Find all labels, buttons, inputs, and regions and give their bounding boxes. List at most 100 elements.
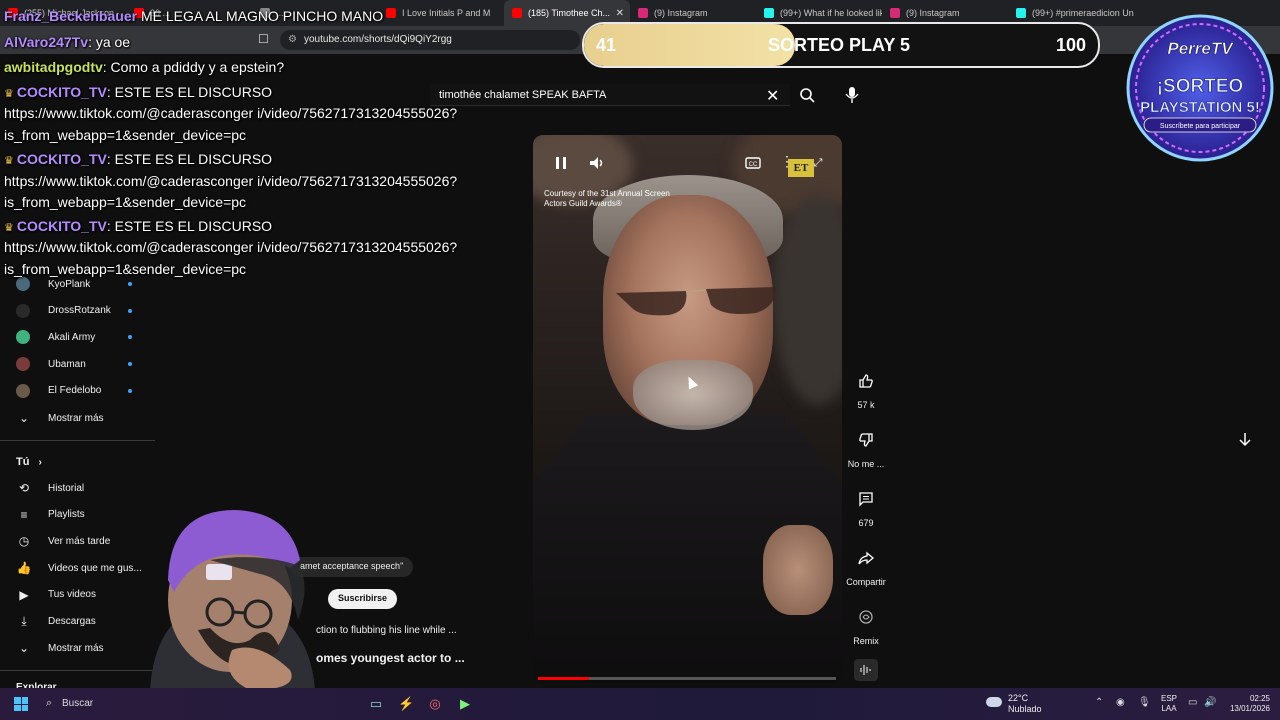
close-tab-icon[interactable]: ✕ [616,8,624,19]
next-video-button[interactable] [1234,428,1256,450]
terminal-app-icon[interactable]: ▭ [368,696,384,712]
dislike-button[interactable]: No me ... [848,427,884,469]
clear-search-icon[interactable]: ✕ [766,86,779,106]
sorteo-title: SORTEO PLAY 5 [768,35,911,55]
remix-icon [859,610,873,624]
tray-app-icon[interactable]: ◉ [1116,697,1125,708]
chat-text: is_from_webapp=1&sender_device=pc [4,127,247,143]
windows-start-icon[interactable] [14,697,28,711]
liked-icon: 👍 [16,561,32,576]
show-more-you[interactable]: ⌄ Mostrar más [16,638,104,658]
remix-button[interactable]: Remix [848,604,884,646]
tab-label: (9) Instagram [906,8,960,18]
sidebar-divider [0,670,155,671]
mic-icon [845,87,859,103]
comment-icon [859,492,873,507]
share-label: Compartir [846,577,886,587]
sidebar-divider [0,440,155,441]
like-count: 57 k [857,400,875,410]
nav-item[interactable]: ⟲ Historial [16,478,84,498]
tab-favicon-icon [638,8,648,18]
show-more-subscriptions[interactable]: ⌄ Mostrar más [16,408,104,428]
browser-tab[interactable]: I Love Initials P and M [378,0,504,26]
watch-later-icon: ◷ [18,534,30,549]
tab-label: (185) Timothee Ch... [528,8,611,18]
subscription-item[interactable]: Ubaman [16,354,132,374]
audio-button[interactable] [848,659,884,681]
svg-text:CC: CC [749,162,758,168]
fullscreen-icon: ⤢ [813,157,823,169]
captions-button[interactable]: CC [743,153,763,173]
search-input[interactable]: timothée chalamet SPEAK BAFTA [430,84,790,106]
pause-icon [556,157,566,169]
voice-search-button[interactable] [840,84,864,106]
sorteo-progress-bar: 41 SORTEO PLAY 5 100 [582,22,1100,68]
webcam-overlay [150,510,315,690]
hand [763,525,833,615]
network-icon[interactable]: ▭ [1188,697,1197,708]
nav-item[interactable]: ⤓ Descargas [16,612,96,632]
taskbar-search[interactable]: ⌕ Buscar [38,693,138,715]
search-button[interactable] [794,84,820,106]
language-indicator[interactable]: ESP LAA [1161,694,1177,714]
sunglasses [616,287,776,316]
weather-widget[interactable]: 22°C Nublado [986,693,1042,715]
beard [633,360,753,430]
lightning-app-icon[interactable]: ⚡ [398,696,414,712]
comments-count: 679 [858,518,874,528]
video-progress-bar[interactable] [538,677,836,680]
captions-icon: CC [745,157,761,169]
arrow-down-icon [1239,433,1251,447]
nav-item[interactable]: ◷ Ver más tarde [16,531,111,551]
badge-line2: PLAYSTATION 5! [1140,99,1260,116]
volume-tray-icon[interactable]: 🔊 [1204,697,1216,708]
subscription-item[interactable]: El Fedelobo [16,381,132,401]
chevron-down-icon: ⌄ [18,641,30,655]
url-field[interactable]: ⚙ youtube.com/shorts/dQi9QiY2rgg [280,30,580,50]
remix-label: Remix [853,636,879,646]
mic-tray-icon[interactable]: 🎙 [1138,697,1151,708]
site-info-icon[interactable]: ⚙ [288,34,297,45]
subscription-item[interactable]: DrossRotzank [16,301,132,321]
taskbar-clock[interactable]: 02:25 13/01/2026 [1226,694,1270,714]
shorts-video-player[interactable]: CC ⋮ ⤢ ET Courtesy of the 31st Annual Sc… [533,135,842,683]
nav-item[interactable]: ≡ Playlists [16,505,84,525]
like-button[interactable]: 57 k [848,368,884,410]
crown-badge-icon: ♛ [4,222,14,234]
chat-username: COCKITO_TV [16,218,107,234]
nav-item-label: Historial [48,482,85,494]
windows-taskbar: ⌕ Buscar ▭ ⚡ ◎ ▶ 22°C Nublado ⌃ ◉ 🎙 ESP … [0,688,1280,720]
volume-button[interactable] [587,153,607,173]
tray-chevron-icon[interactable]: ⌃ [1095,697,1103,708]
tab-favicon-icon [890,8,900,18]
bookmark-icon[interactable]: ☐ [258,32,269,46]
comments-button[interactable]: 679 [848,486,884,528]
chat-text: : ESTE ES EL DISCURSO [106,218,273,234]
tab-favicon-icon [764,8,774,18]
tab-label: (99+) What if he looked lik... [780,8,882,18]
you-title-text: Tú [16,456,30,468]
search-input-value: timothée chalamet SPEAK BAFTA [439,89,607,101]
show-more-label: Mostrar más [48,642,104,654]
channel-name: El Fedelobo [48,385,102,397]
subscription-item[interactable]: KyoPlank [16,274,132,294]
thumbs-up-icon [859,374,873,388]
history-icon: ⟲ [18,481,30,495]
chat-text: : ESTE ES EL DISCURSO [106,84,273,100]
chrome-app-icon[interactable]: ◎ [427,696,443,712]
pause-button[interactable] [551,153,571,173]
chat-text: https://www.tiktok.com/@caderasconger i/… [4,173,458,189]
new-content-dot [128,362,132,367]
chat-text: https://www.tiktok.com/@caderasconger i/… [4,105,458,121]
subscription-item[interactable]: Akali Army [16,327,132,347]
nav-item[interactable]: ▶ Tus videos [16,585,96,605]
share-button[interactable]: Compartir [846,545,886,587]
badge-tagline: Suscríbete para participar [1160,123,1241,130]
play-app-icon[interactable]: ▶ [457,696,473,712]
search-icon [800,88,815,103]
chat-message: is_from_webapp=1&sender_device=pc [4,127,246,143]
nav-item-label: Descargas [48,616,96,627]
nav-item[interactable]: 👍 Videos que me gus... [16,558,142,578]
you-section-title[interactable]: Tú › [16,456,42,468]
chat-username: awbitadpgodtv [4,59,103,75]
